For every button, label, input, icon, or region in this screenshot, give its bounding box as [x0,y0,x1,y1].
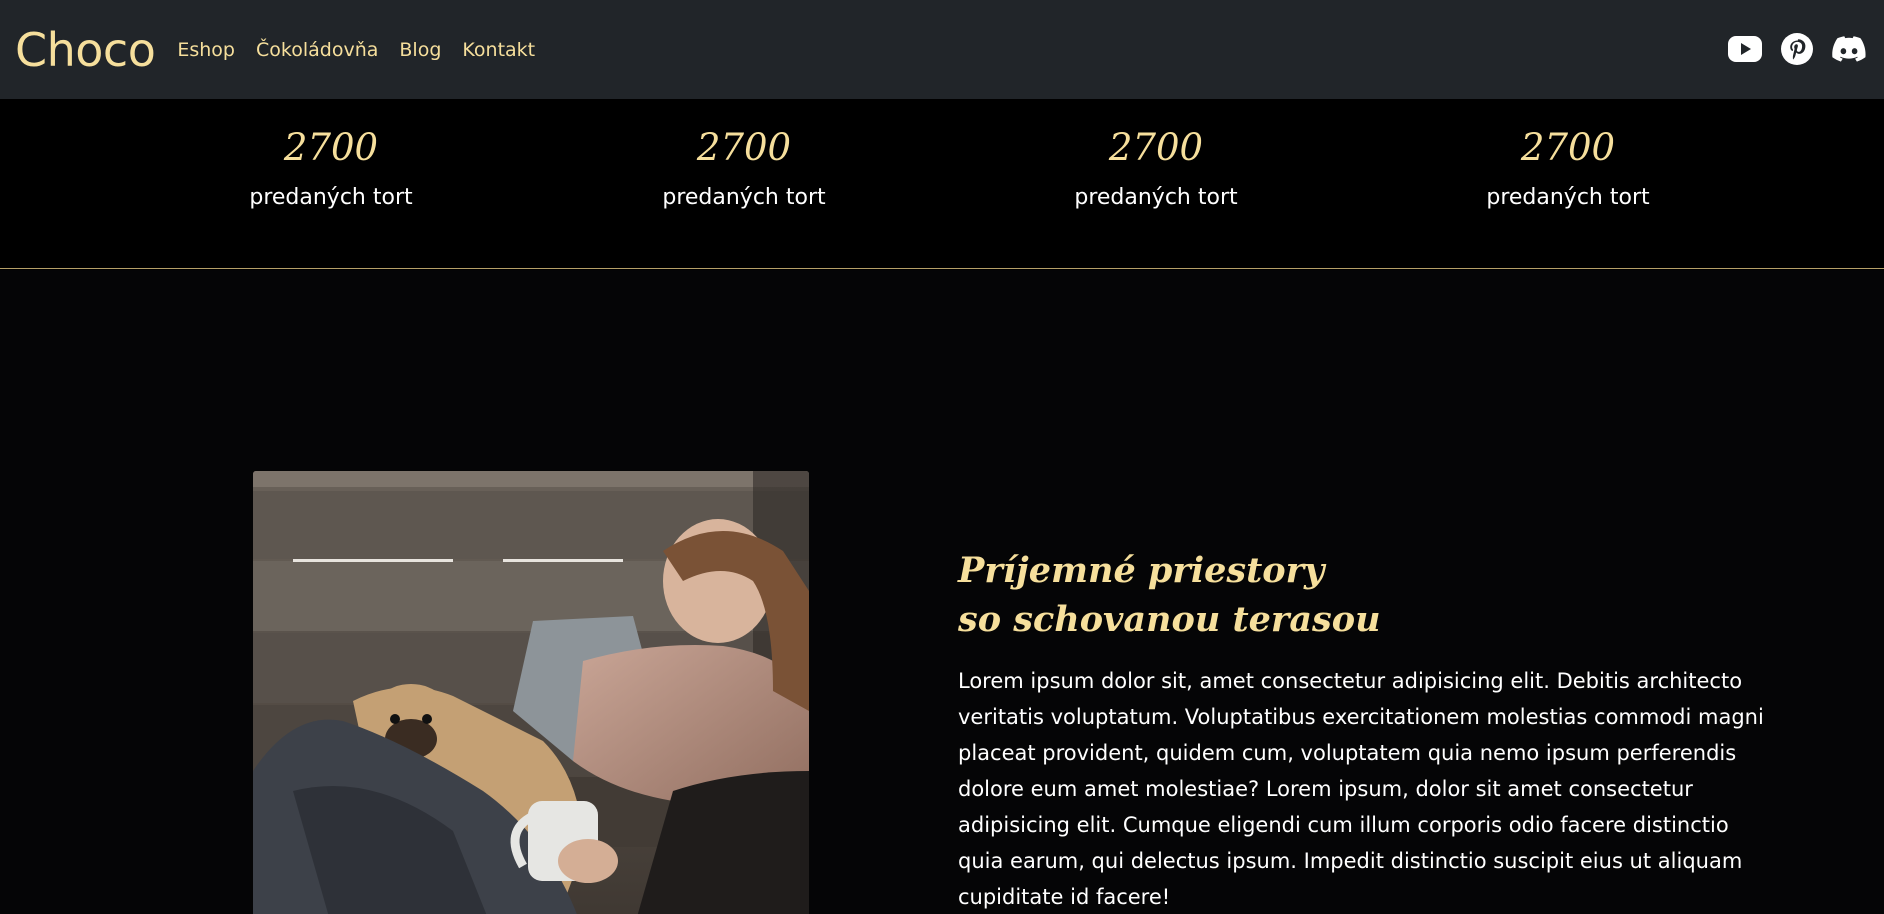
brand-logo[interactable]: Choco [15,27,156,73]
nav-links: Eshop Čokoládovňa Blog Kontakt [177,39,556,61]
stat-item: 2700 predaných tort [594,129,894,210]
social-links [1728,32,1866,66]
stats-section: 2700 predaných tort 2700 predaných tort … [0,99,1884,269]
stat-item: 2700 predaných tort [1006,129,1306,210]
nav-link-kontakt[interactable]: Kontakt [462,39,535,61]
feature-section: Príjemné priestory so schovanou terasou … [0,270,1884,914]
stat-item: 2700 predaných tort [181,129,481,210]
youtube-icon[interactable] [1728,32,1762,66]
stat-number: 2700 [696,126,792,169]
feature-title-line1: Príjemné priestory [958,550,1325,591]
discord-icon[interactable] [1832,32,1866,66]
woman-with-pug-photo [253,471,809,914]
feature-title: Príjemné priestory so schovanou terasou [958,546,1381,644]
stat-label: predaných tort [1486,185,1650,210]
nav-link-cokoladovna[interactable]: Čokoládovňa [256,39,378,61]
stat-number: 2700 [1520,126,1616,169]
pinterest-icon[interactable] [1780,32,1814,66]
feature-title-line2: so schovanou terasou [958,599,1381,640]
navbar: Choco Eshop Čokoládovňa Blog Kontakt [0,0,1884,99]
stat-number: 2700 [1108,126,1204,169]
stat-item: 2700 predaných tort [1418,129,1718,210]
stat-number: 2700 [283,126,379,169]
stat-label: predaných tort [249,185,413,210]
nav-link-eshop[interactable]: Eshop [177,39,235,61]
stat-label: predaných tort [1074,185,1238,210]
stat-label: predaných tort [662,185,826,210]
nav-link-blog[interactable]: Blog [399,39,441,61]
feature-description: Lorem ipsum dolor sit, amet consectetur … [958,669,1764,909]
